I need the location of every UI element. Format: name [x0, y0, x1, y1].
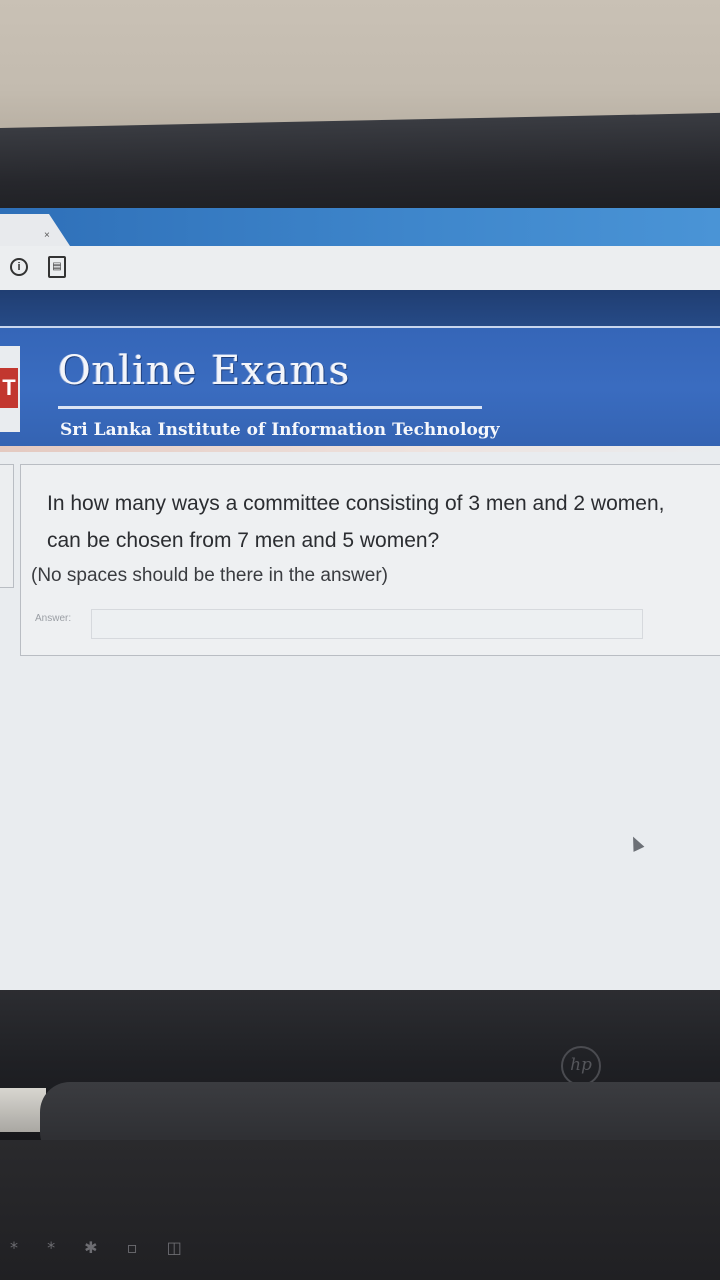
site-subtitle: Sri Lanka Institute of Information Techn… [60, 420, 500, 440]
browser-bookmark-strip [0, 290, 720, 326]
question-text: In how many ways a committee consisting … [47, 492, 665, 552]
tab-close-icon[interactable]: × [44, 230, 50, 241]
browser-toolbar: i ▤ [0, 246, 720, 291]
institute-logo: T [0, 346, 20, 432]
site-header: T Online Exams Sri Lanka Institute of In… [0, 326, 720, 448]
header-bottom-border [0, 446, 720, 452]
question-side-tab [0, 464, 14, 588]
laptop-screen: × i ▤ T Online Exams Sri Lanka Institute… [0, 208, 720, 1008]
answer-label: Answer: [35, 613, 72, 624]
page-icon[interactable]: ▤ [48, 256, 66, 278]
title-divider [58, 406, 482, 409]
keyboard-key-row: * * ✱ ▫ ◫ [10, 1238, 194, 1257]
question-note: (No spaces should be there in the answer… [31, 565, 388, 586]
logo-letter: T [0, 368, 18, 408]
hp-logo: hp [561, 1046, 601, 1086]
browser-tab[interactable]: × [0, 214, 70, 246]
site-title: Online Exams [58, 348, 351, 394]
info-icon[interactable]: i [10, 258, 28, 276]
question-card: In how many ways a committee consisting … [20, 464, 720, 656]
browser-tab-bar: × [0, 208, 720, 246]
answer-input[interactable] [91, 609, 643, 639]
mouse-cursor-icon [627, 834, 645, 852]
